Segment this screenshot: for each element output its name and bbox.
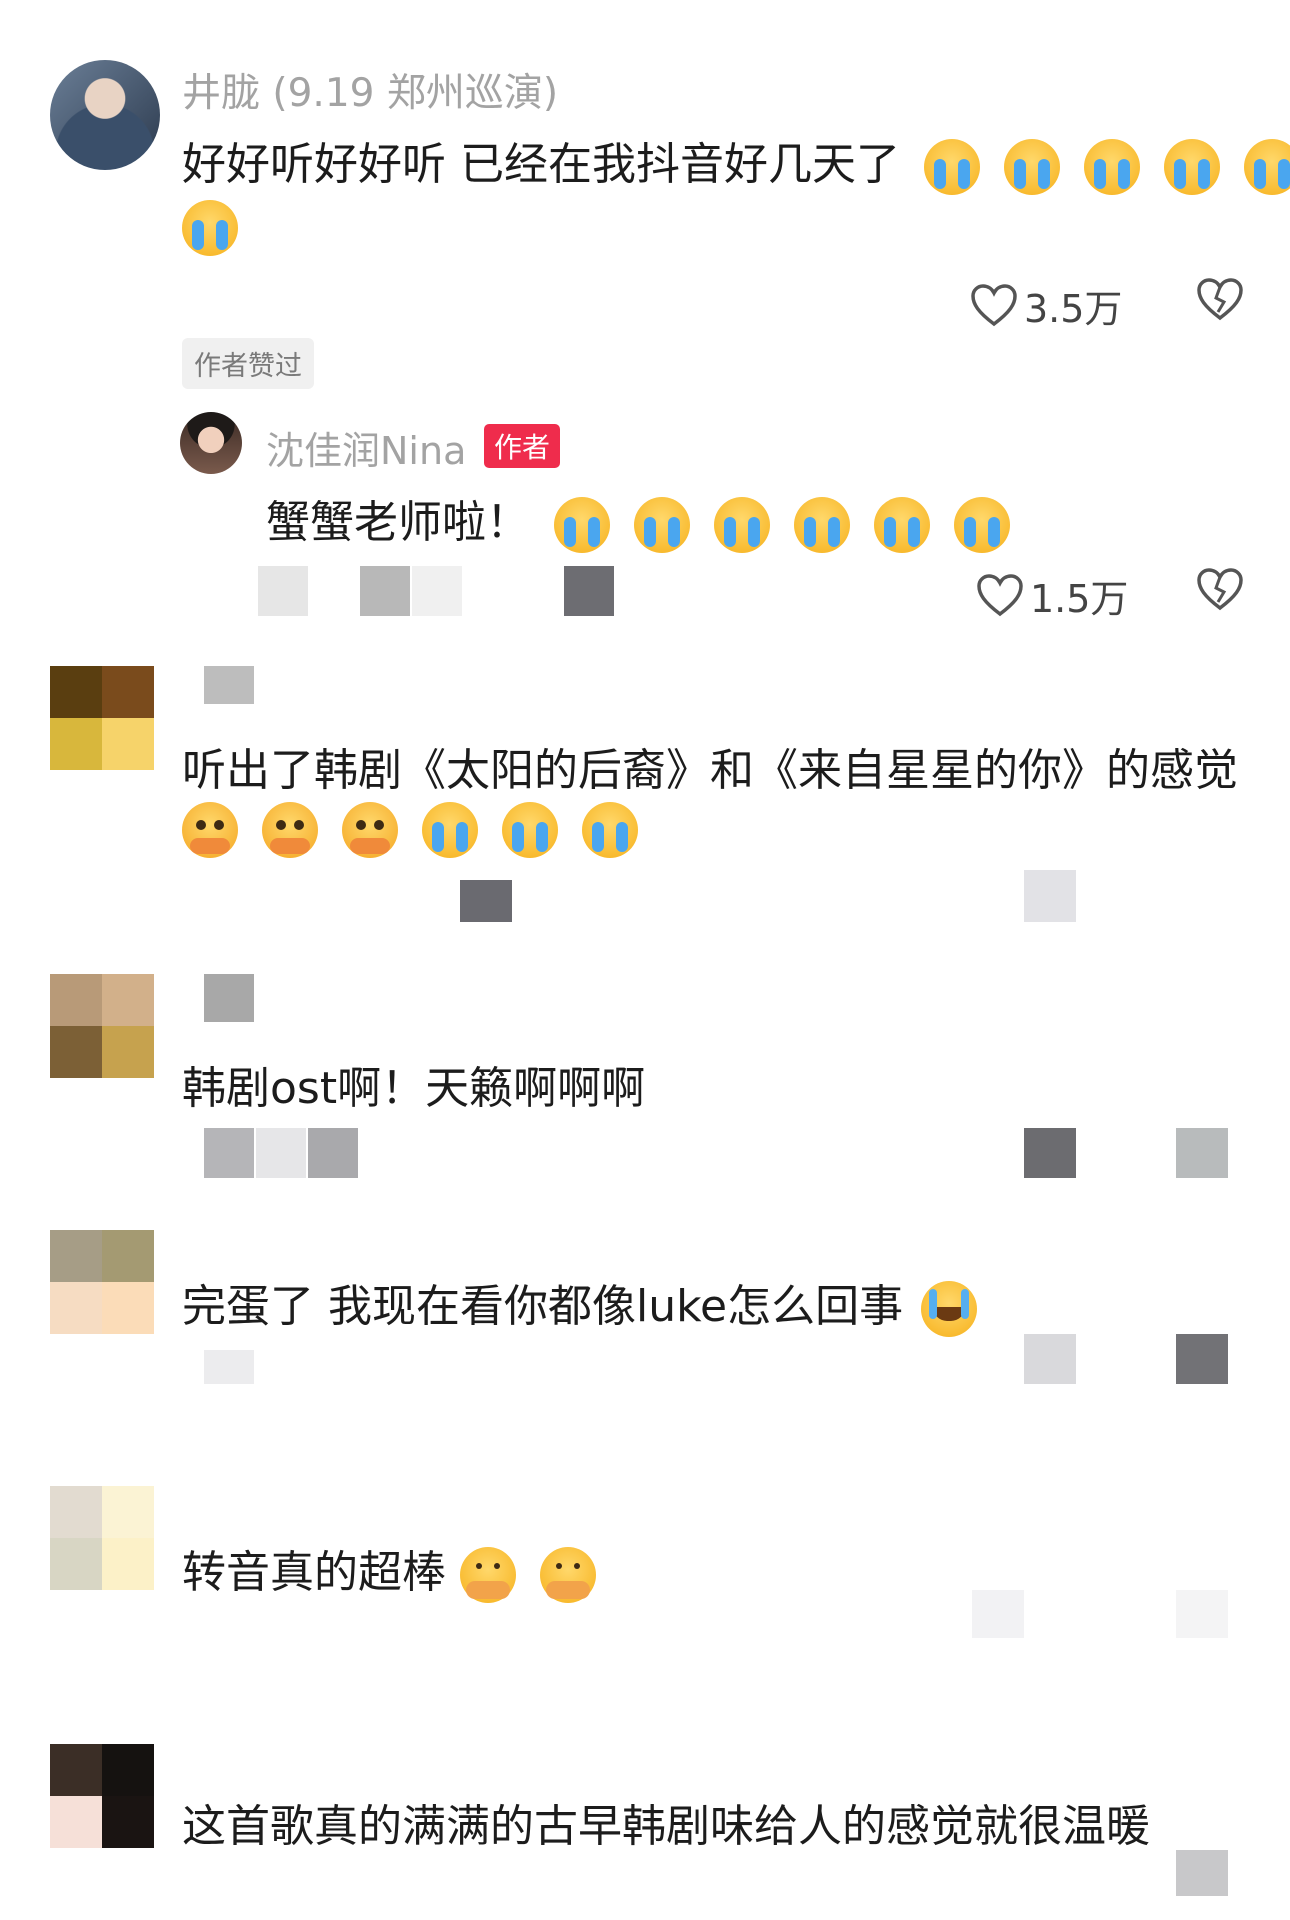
comment-text: 这首歌真的满满的古早韩剧味给人的感觉就很温暖	[182, 1801, 1150, 1852]
comment-text-line: 转音真的超棒	[182, 1547, 446, 1598]
avatar[interactable]	[50, 1486, 154, 1590]
holding-back-tears-emoji	[262, 802, 318, 858]
redacted-block	[1024, 1334, 1076, 1384]
loudly-crying-emoji	[1164, 139, 1220, 195]
holding-back-tears-emoji	[182, 802, 238, 858]
loudly-crying-emoji	[1004, 139, 1060, 195]
redacted-block	[972, 1590, 1024, 1638]
comment-text-line: 完蛋了 我现在看你都像luke怎么回事	[182, 1281, 904, 1332]
heart-icon	[970, 283, 1018, 328]
redacted-block	[564, 566, 614, 616]
comment-text: 好好听好好听 已经在我抖音好几天了	[182, 128, 1290, 195]
redacted-block	[1176, 1128, 1228, 1178]
username[interactable]: 井胧 (9.19 郑州巡演)	[182, 62, 558, 118]
reply-like-button[interactable]: 1.5万	[976, 568, 1128, 623]
loudly-crying-emoji	[634, 497, 690, 553]
redacted-block	[460, 880, 512, 922]
comment-text-line: 好好听好好听 已经在我抖音好几天了	[182, 139, 900, 190]
crying-with-laughter-emoji	[921, 1281, 978, 1337]
dislike-icon[interactable]	[1196, 278, 1244, 322]
like-button[interactable]: 3.5万	[970, 278, 1122, 333]
avatar[interactable]	[50, 666, 154, 770]
like-count: 3.5万	[1024, 287, 1123, 331]
author-badge: 作者	[484, 424, 561, 468]
redacted-block	[1176, 1334, 1228, 1384]
redacted-block	[360, 566, 410, 616]
redacted-block	[256, 1128, 306, 1178]
moved-emoji	[540, 1547, 596, 1603]
redacted-block	[204, 1350, 254, 1384]
comment-text: 完蛋了 我现在看你都像luke怎么回事	[182, 1270, 978, 1337]
redacted-block	[412, 566, 462, 616]
author-liked-badge: 作者赞过	[182, 338, 314, 389]
avatar[interactable]	[50, 60, 160, 170]
reply-text-line: 蟹蟹老师啦！	[266, 497, 530, 548]
avatar[interactable]	[50, 974, 154, 1078]
redacted-block	[1176, 1590, 1228, 1638]
dislike-icon[interactable]	[1196, 568, 1244, 612]
loudly-crying-emoji	[554, 497, 610, 553]
loudly-crying-emoji	[422, 802, 478, 858]
loudly-crying-emoji	[1244, 139, 1290, 195]
reply-avatar[interactable]	[180, 412, 242, 474]
redacted-block	[1024, 1128, 1076, 1178]
redacted-block	[1176, 1850, 1228, 1896]
like-count: 1.5万	[1030, 577, 1129, 621]
redacted-block	[204, 1128, 254, 1178]
comment-text: 转音真的超棒	[182, 1536, 596, 1603]
loudly-crying-emoji	[502, 802, 558, 858]
comment-emojis	[172, 802, 638, 858]
loudly-crying-emoji	[794, 497, 850, 553]
redacted-block	[308, 1128, 358, 1178]
comment-text: 听出了韩剧《太阳的后裔》和《来自星星的你》的感觉	[182, 745, 1238, 796]
reply-text: 蟹蟹老师啦！	[266, 486, 1010, 553]
redacted-block	[258, 566, 308, 616]
redacted-block	[1024, 870, 1076, 922]
holding-back-tears-emoji	[342, 802, 398, 858]
loudly-crying-emoji	[714, 497, 770, 553]
comment-text: 韩剧ost啊！天籁啊啊啊	[182, 1063, 646, 1114]
reply-username[interactable]: 沈佳润Nina	[266, 420, 466, 475]
moved-emoji	[460, 1547, 516, 1603]
comment-text-continued	[182, 200, 238, 256]
loudly-crying-emoji	[874, 497, 930, 553]
loudly-crying-emoji	[582, 802, 638, 858]
loudly-crying-emoji	[182, 200, 238, 256]
heart-icon	[976, 573, 1024, 618]
redacted-username	[204, 666, 254, 704]
loudly-crying-emoji	[924, 139, 980, 195]
avatar[interactable]	[50, 1744, 154, 1848]
redacted-username	[204, 974, 254, 1022]
loudly-crying-emoji	[1084, 139, 1140, 195]
loudly-crying-emoji	[954, 497, 1010, 553]
avatar[interactable]	[50, 1230, 154, 1334]
